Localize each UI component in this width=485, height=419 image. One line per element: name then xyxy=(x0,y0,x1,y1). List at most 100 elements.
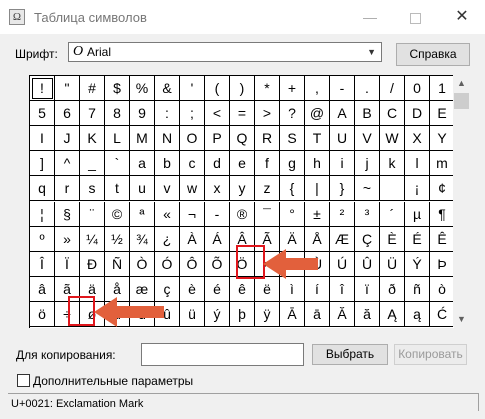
char-cell[interactable]: ¬ xyxy=(180,201,205,227)
char-cell[interactable]: ´ xyxy=(380,201,405,227)
char-cell[interactable]: Ó xyxy=(155,251,180,277)
char-cell[interactable]: ) xyxy=(230,76,255,102)
char-cell[interactable]: ¾ xyxy=(130,226,155,252)
char-cell[interactable]: ò xyxy=(430,276,455,302)
char-cell[interactable]: l xyxy=(405,151,430,177)
char-cell[interactable]: ] xyxy=(30,151,55,177)
char-cell[interactable]: » xyxy=(55,226,80,252)
char-cell[interactable]: = xyxy=(230,101,255,127)
scrollbar-thumb[interactable] xyxy=(454,93,469,109)
char-cell[interactable]: ( xyxy=(205,76,230,102)
char-cell[interactable]: w xyxy=(180,176,205,202)
char-cell[interactable]: é xyxy=(205,276,230,302)
char-cell[interactable]: Þ xyxy=(430,251,455,277)
char-cell[interactable]: 6 xyxy=(55,101,80,127)
char-cell[interactable]: ± xyxy=(305,201,330,227)
char-cell[interactable]: ° xyxy=(280,201,305,227)
char-cell[interactable]: / xyxy=(380,76,405,102)
char-cell[interactable]: a xyxy=(130,151,155,177)
char-cell[interactable]: c xyxy=(180,151,205,177)
char-cell[interactable]: ü xyxy=(180,301,205,327)
char-cell[interactable]: y xyxy=(230,176,255,202)
char-cell[interactable]: < xyxy=(205,101,230,127)
char-cell[interactable]: Ă xyxy=(330,301,355,327)
char-cell[interactable]: ³ xyxy=(355,201,380,227)
char-cell[interactable]: - xyxy=(330,76,355,102)
char-cell[interactable]: m xyxy=(430,151,455,177)
char-cell[interactable]: À xyxy=(180,226,205,252)
char-cell[interactable]: Ý xyxy=(405,251,430,277)
char-cell[interactable]: T xyxy=(305,126,330,152)
char-cell[interactable]: B xyxy=(355,101,380,127)
char-cell[interactable]: W xyxy=(380,126,405,152)
char-cell[interactable]: L xyxy=(105,126,130,152)
char-cell[interactable]: ^ xyxy=(55,151,80,177)
char-cell[interactable]: $ xyxy=(105,76,130,102)
char-cell[interactable]: â xyxy=(30,276,55,302)
char-cell[interactable]: Ñ xyxy=(105,251,130,277)
char-cell[interactable]: - xyxy=(205,201,230,227)
char-cell[interactable]: E xyxy=(430,101,455,127)
char-cell[interactable]: ~ xyxy=(355,176,380,202)
maximize-button[interactable] xyxy=(392,0,438,34)
char-cell[interactable]: Ê xyxy=(430,226,455,252)
char-cell[interactable]: ê xyxy=(230,276,255,302)
char-cell[interactable]: t xyxy=(105,176,130,202)
char-cell[interactable]: ð xyxy=(380,276,405,302)
char-cell[interactable]: ¢ xyxy=(430,176,455,202)
char-cell[interactable]: È xyxy=(380,226,405,252)
scroll-up-icon[interactable]: ▲ xyxy=(453,75,470,91)
char-cell[interactable]: ¯ xyxy=(255,201,280,227)
char-cell[interactable]: ¶ xyxy=(430,201,455,227)
char-cell[interactable]: " xyxy=(55,76,80,102)
char-cell[interactable]: # xyxy=(80,76,105,102)
char-cell[interactable]: z xyxy=(255,176,280,202)
char-cell[interactable]: Ā xyxy=(280,301,305,327)
char-cell[interactable]: x xyxy=(205,176,230,202)
char-cell[interactable]: } xyxy=(330,176,355,202)
char-cell[interactable]: @ xyxy=(305,101,330,127)
char-cell[interactable]: { xyxy=(280,176,305,202)
char-cell[interactable]: u xyxy=(130,176,155,202)
char-cell[interactable]: Y xyxy=(430,126,455,152)
char-cell[interactable]: ¨ xyxy=(80,201,105,227)
char-cell[interactable]: C xyxy=(380,101,405,127)
char-cell[interactable]: e xyxy=(230,151,255,177)
char-cell[interactable]: > xyxy=(255,101,280,127)
char-cell[interactable]: + xyxy=(280,76,305,102)
char-cell[interactable]: D xyxy=(405,101,430,127)
char-cell[interactable]: É xyxy=(405,226,430,252)
char-cell[interactable]: ā xyxy=(305,301,330,327)
char-cell[interactable] xyxy=(380,176,405,202)
char-cell[interactable]: J xyxy=(55,126,80,152)
char-cell[interactable]: g xyxy=(280,151,305,177)
char-cell[interactable]: f xyxy=(255,151,280,177)
char-cell[interactable]: M xyxy=(130,126,155,152)
char-cell[interactable]: Î xyxy=(30,251,55,277)
char-cell[interactable]: è xyxy=(180,276,205,302)
char-cell[interactable]: Ï xyxy=(55,251,80,277)
font-select[interactable]: O Arial ▼ xyxy=(68,42,382,62)
char-cell[interactable]: ? xyxy=(280,101,305,127)
char-cell[interactable]: Ò xyxy=(130,251,155,277)
char-cell[interactable]: U xyxy=(330,126,355,152)
char-cell[interactable]: ' xyxy=(180,76,205,102)
char-cell[interactable]: Á xyxy=(205,226,230,252)
char-cell[interactable]: ÿ xyxy=(255,301,280,327)
char-cell[interactable]: ² xyxy=(330,201,355,227)
char-cell[interactable]: h xyxy=(305,151,330,177)
char-cell[interactable]: r xyxy=(55,176,80,202)
char-cell[interactable]: 9 xyxy=(130,101,155,127)
char-cell[interactable]: Ð xyxy=(80,251,105,277)
char-cell[interactable]: Ü xyxy=(380,251,405,277)
char-cell[interactable]: * xyxy=(255,76,280,102)
char-cell[interactable]: Q xyxy=(230,126,255,152)
char-cell[interactable]: I xyxy=(30,126,55,152)
grid-scrollbar[interactable]: ▲ ▼ xyxy=(453,75,470,327)
char-cell[interactable]: 1 xyxy=(430,76,455,102)
char-cell[interactable]: % xyxy=(130,76,155,102)
char-cell[interactable]: K xyxy=(80,126,105,152)
char-cell[interactable]: ý xyxy=(205,301,230,327)
char-cell[interactable]: ă xyxy=(355,301,380,327)
char-cell[interactable]: Ą xyxy=(380,301,405,327)
